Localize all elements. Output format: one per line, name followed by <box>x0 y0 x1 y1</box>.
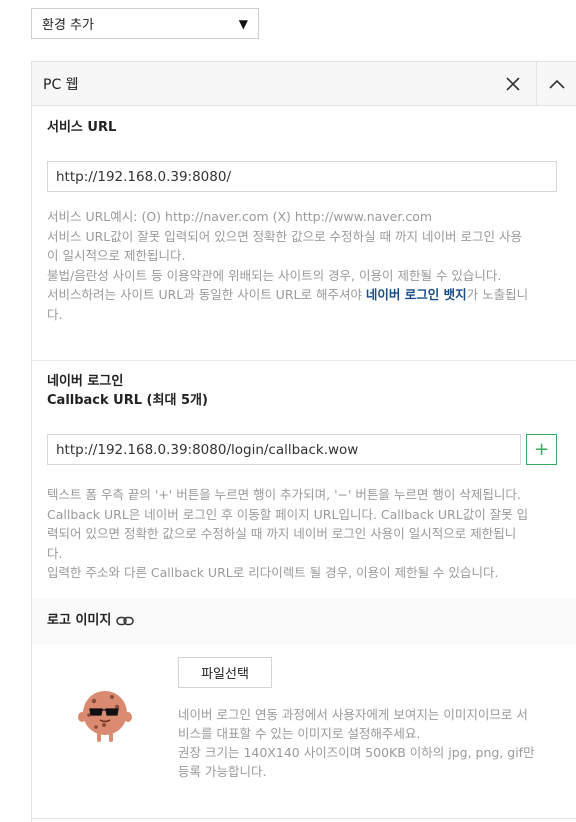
close-button[interactable] <box>494 62 532 106</box>
help-line: 이 일시적으로 제한됩니다. <box>47 248 186 263</box>
callback-url-input[interactable] <box>47 434 521 465</box>
service-url-input[interactable] <box>47 161 557 192</box>
help-line: 서비스 URL값이 잘못 입력되어 있으면 정확한 값으로 수정하실 때 까지 … <box>47 228 522 244</box>
help-line: 불법/음란성 사이트 등 이용약관에 위배되는 사이트의 경우, 이용이 제한될… <box>47 267 502 283</box>
close-icon <box>506 77 520 91</box>
collapse-button[interactable] <box>536 62 576 106</box>
help-line: 텍스트 폼 우측 끝의 '+' 버튼을 누르면 행이 추가되며, '−' 버튼을… <box>47 487 521 502</box>
logo-help: 네이버 로그인 연동 과정에서 사용자에게 보여지는 이미지이므로 서 비스를 … <box>178 705 573 781</box>
caret-down-icon: ▼ <box>238 16 248 31</box>
callback-label-line: Callback URL (최대 5개) <box>47 393 208 408</box>
section-divider <box>32 360 576 361</box>
service-url-help: 서비스 URL예시: (O) http://naver.com (X) http… <box>47 207 572 324</box>
callback-label-line: 네이버 로그인 <box>47 374 124 389</box>
chevron-up-icon <box>548 79 565 89</box>
file-select-button[interactable]: 파일선택 <box>178 657 272 688</box>
help-line: 입력한 주소와 다른 Callback URL로 리다이렉트 될 경우, 이용이… <box>47 565 499 580</box>
help-line: 서비스하려는 사이트 URL과 동일한 사이트 URL로 해주셔야 네이버 로그… <box>47 285 572 305</box>
panel-title: PC 웹 <box>43 76 79 93</box>
help-text: 서비스하려는 사이트 URL과 동일한 사이트 URL로 해주셔야 <box>47 287 366 302</box>
add-row-button[interactable]: + <box>526 434 557 465</box>
help-line: 서비스 URL예시: (O) http://naver.com (X) http… <box>47 209 433 224</box>
logo-label-text: 로고 이미지 <box>47 613 112 628</box>
help-line: 다. <box>47 545 63 561</box>
help-line: 력되어 있으면 정확한 값으로 수정하실 때 까지 네이버 로그인 사용이 일시… <box>47 526 517 541</box>
help-line: 등록 가능합니다. <box>178 764 267 779</box>
help-text: 가 노출됩니 <box>466 287 529 302</box>
environment-select[interactable]: 환경 추가 ▼ <box>31 8 259 39</box>
naver-login-badge-link[interactable]: 네이버 로그인 뱃지 <box>366 287 467 302</box>
panel-header: PC 웹 <box>32 61 576 106</box>
logo-preview-image <box>78 691 132 742</box>
help-line: Callback URL은 네이버 로그인 후 이동할 페이지 URL입니다. … <box>47 506 529 522</box>
section-divider <box>32 818 576 819</box>
service-url-label: 서비스 URL <box>47 120 117 135</box>
environment-select-value: 환경 추가 <box>42 18 94 33</box>
help-line: 권장 크기는 140X140 사이즈이며 500KB 이하의 jpg, png,… <box>178 745 535 760</box>
callback-url-label: 네이버 로그인 Callback URL (최대 5개) <box>47 372 208 410</box>
plus-icon: + <box>533 439 550 460</box>
pc-web-panel: PC 웹 서비스 URL 서비스 URL예시: (O) http://naver… <box>31 61 576 822</box>
help-line: 비스를 대표할 수 있는 이미지로 설정해주세요. <box>178 726 421 741</box>
help-line: 네이버 로그인 연동 과정에서 사용자에게 보여지는 이미지이므로 서 <box>178 707 528 722</box>
link-icon[interactable] <box>116 615 135 627</box>
callback-url-help: 텍스트 폼 우측 끝의 '+' 버튼을 누르면 행이 추가되며, '−' 버튼을… <box>47 485 572 583</box>
logo-image-label: 로고 이미지 <box>47 611 135 630</box>
help-line: 다. <box>47 306 63 322</box>
